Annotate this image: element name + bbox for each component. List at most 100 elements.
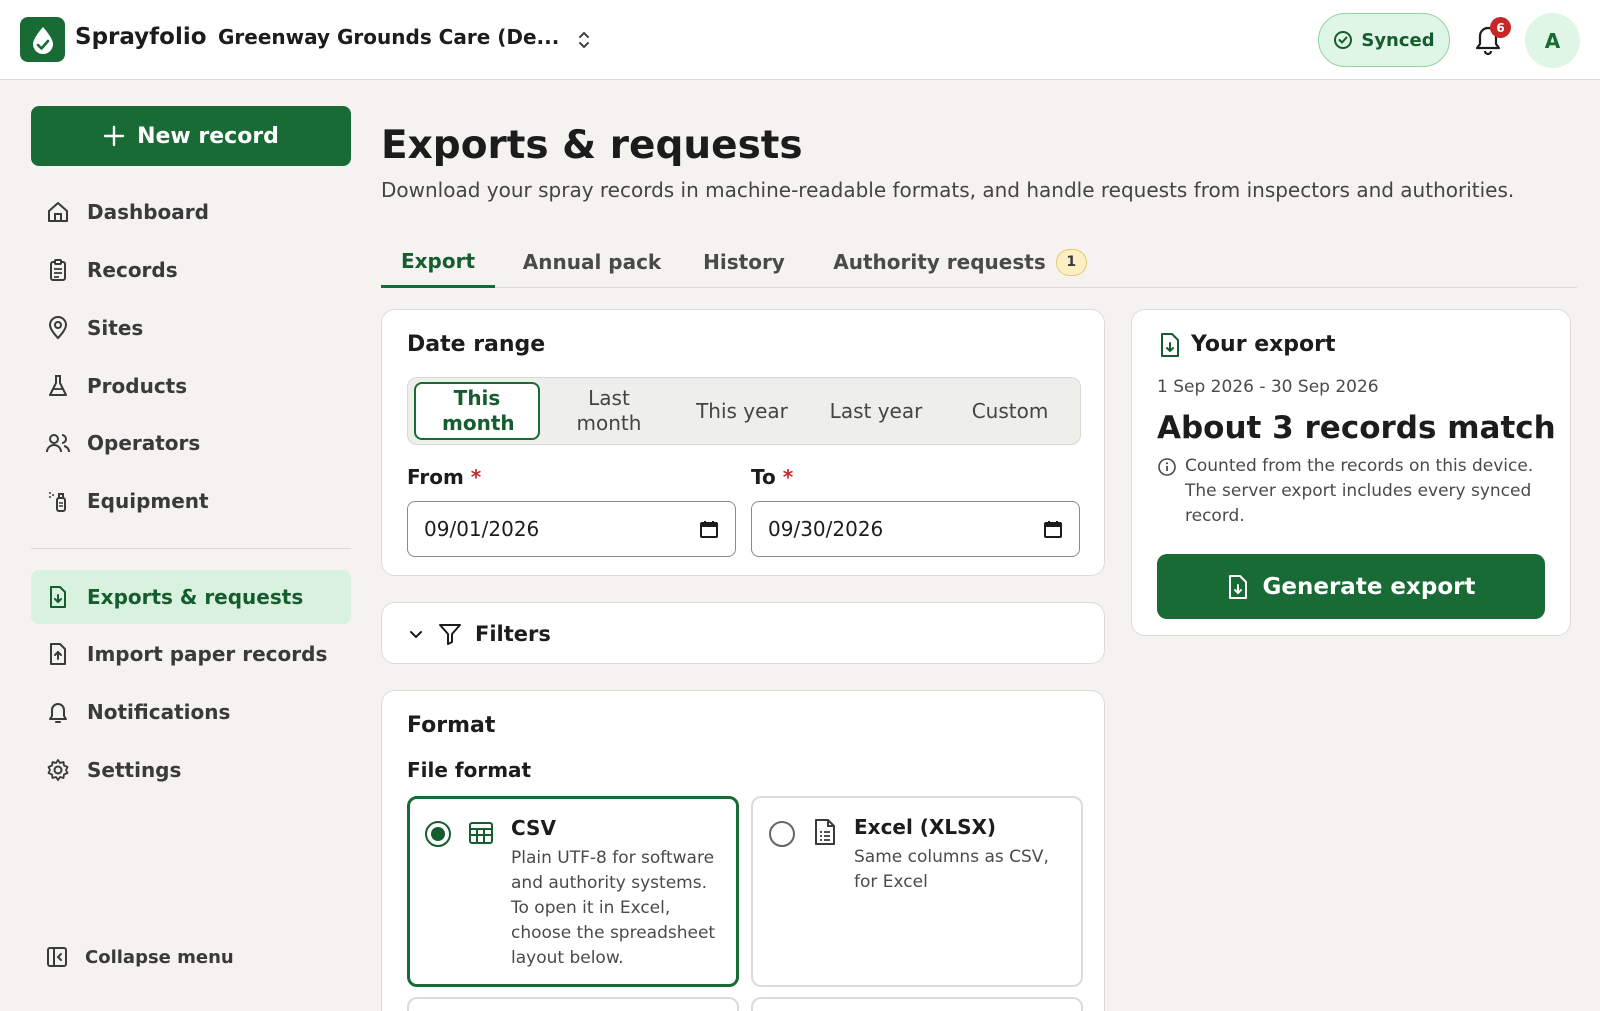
home-icon (45, 200, 71, 224)
sidebar-item-label: Settings (87, 758, 182, 782)
filters-toggle[interactable]: Filters (407, 621, 551, 647)
sidebar-divider (31, 548, 351, 549)
sidebar-item-operators[interactable]: Operators (31, 416, 351, 470)
preset-this-month[interactable]: This month (414, 382, 540, 440)
filters-label: Filters (475, 622, 551, 646)
map-pin-icon (45, 316, 71, 340)
export-date-range: 1 Sep 2026 - 30 Sep 2026 (1157, 377, 1379, 397)
date-range-card: Date range This month Last month This ye… (381, 309, 1105, 576)
from-label: From * (407, 465, 481, 489)
from-label-text: From (407, 465, 464, 489)
plus-icon (103, 125, 125, 147)
required-mark: * (470, 465, 482, 489)
gear-icon (45, 758, 71, 782)
sidebar-item-import-paper-records[interactable]: Import paper records (31, 627, 351, 681)
user-avatar[interactable]: A (1525, 13, 1580, 68)
format-option-xlsx[interactable]: Excel (XLSX) Same columns as CSV, for Ex… (751, 796, 1083, 987)
from-date-value: 09/01/2026 (424, 517, 540, 541)
from-date-input[interactable]: 09/01/2026 (407, 501, 736, 557)
csv-description: Plain UTF-8 for software and authority s… (511, 848, 716, 968)
to-date-value: 09/30/2026 (768, 517, 884, 541)
sync-status-pill[interactable]: Synced (1318, 13, 1450, 67)
collapse-menu-button[interactable]: Collapse menu (45, 945, 234, 969)
tab-label: Authority requests (833, 250, 1046, 274)
csv-radio[interactable] (425, 821, 451, 847)
preset-label: This month (442, 386, 515, 435)
calendar-icon[interactable] (1043, 519, 1063, 539)
filter-icon (439, 624, 461, 645)
chevron-down-icon (410, 631, 422, 639)
droplet-icon (32, 26, 53, 54)
check-circle-icon (1334, 31, 1353, 49)
xlsx-description: Same columns as CSV, for Excel (854, 847, 1049, 892)
preset-last-year[interactable]: Last year (812, 382, 940, 440)
org-switcher-label[interactable]: Greenway Grounds Care (De... (218, 25, 559, 49)
sidebar-item-label: Operators (87, 431, 201, 455)
your-export-card: Your export 1 Sep 2026 - 30 Sep 2026 Abo… (1131, 309, 1571, 636)
preset-label: Last month (576, 386, 642, 435)
sidebar-item-sites[interactable]: Sites (31, 301, 351, 355)
format-title: Format (407, 713, 496, 738)
sidebar-collapse-icon (47, 947, 67, 967)
table-icon (468, 820, 494, 846)
top-bar: Sprayfolio Greenway Grounds Care (De... … (0, 0, 1600, 80)
sidebar-item-label: Sites (87, 316, 144, 340)
filters-card[interactable]: Filters (381, 602, 1105, 664)
format-option-4[interactable] (751, 997, 1083, 1011)
xlsx-radio[interactable] (769, 821, 795, 847)
tab-annual-pack[interactable]: Annual pack (519, 236, 665, 288)
flask-icon (45, 374, 71, 398)
new-record-label: New record (137, 123, 279, 149)
sidebar-item-exports-requests[interactable]: Exports & requests (31, 570, 351, 624)
format-card: Format File format CSV Plain UTF-8 for s… (381, 690, 1105, 1011)
date-preset-segmented-control: This month Last month This year Last yea… (407, 377, 1081, 445)
notification-count-badge: 6 (1490, 17, 1511, 38)
preset-this-year[interactable]: This year (678, 382, 806, 440)
sidebar-item-label: Exports & requests (87, 585, 304, 609)
document-icon (813, 818, 837, 846)
format-option-3[interactable] (407, 997, 739, 1011)
tab-label: Export (400, 248, 476, 273)
app-logo[interactable] (20, 17, 65, 62)
export-note-text: Counted from the records on this device.… (1185, 456, 1534, 526)
sidebar-item-records[interactable]: Records (31, 243, 351, 297)
bell-icon (45, 700, 71, 724)
sidebar-item-equipment[interactable]: Equipment (31, 474, 351, 528)
file-upload-icon (45, 642, 71, 666)
sidebar-item-products[interactable]: Products (31, 359, 351, 413)
sidebar-item-settings[interactable]: Settings (31, 743, 351, 797)
preset-custom[interactable]: Custom (946, 382, 1074, 440)
tab-history[interactable]: History (699, 236, 789, 288)
sidebar-item-label: Equipment (87, 489, 209, 513)
generate-export-button[interactable]: Generate export (1157, 554, 1545, 619)
xlsx-title: Excel (XLSX) (854, 815, 997, 839)
to-label: To * (751, 465, 793, 489)
sidebar-item-dashboard[interactable]: Dashboard (31, 185, 351, 239)
new-record-button[interactable]: New record (31, 106, 351, 166)
page-subtitle: Download your spray records in machine-r… (381, 178, 1515, 202)
to-date-input[interactable]: 09/30/2026 (751, 501, 1080, 557)
format-option-csv[interactable]: CSV Plain UTF-8 for software and authori… (407, 796, 739, 987)
tab-authority-requests[interactable]: Authority requests 1 (829, 236, 1091, 288)
date-range-title: Date range (407, 332, 546, 357)
collapse-menu-label: Collapse menu (85, 946, 234, 968)
export-note: Counted from the records on this device.… (1157, 454, 1547, 529)
users-icon (45, 431, 71, 455)
sidebar-item-label: Dashboard (87, 200, 209, 224)
sidebar-item-notifications[interactable]: Notifications (31, 685, 351, 739)
chevron-updown-icon[interactable] (577, 29, 591, 51)
tab-bar: Export Annual pack History Authority req… (381, 236, 1577, 288)
tab-label: Annual pack (522, 250, 662, 274)
csv-title: CSV (511, 816, 556, 840)
clipboard-icon (45, 258, 71, 282)
file-download-icon (45, 585, 71, 609)
sidebar-item-label: Products (87, 374, 188, 398)
page-title: Exports & requests (381, 123, 803, 168)
preset-last-month[interactable]: Last month (546, 382, 672, 440)
sidebar-item-label: Import paper records (87, 642, 328, 666)
calendar-icon[interactable] (699, 519, 719, 539)
required-mark: * (782, 465, 794, 489)
tab-export[interactable]: Export (381, 236, 495, 288)
sync-status-label: Synced (1361, 29, 1435, 51)
authority-requests-count-badge: 1 (1055, 248, 1087, 276)
